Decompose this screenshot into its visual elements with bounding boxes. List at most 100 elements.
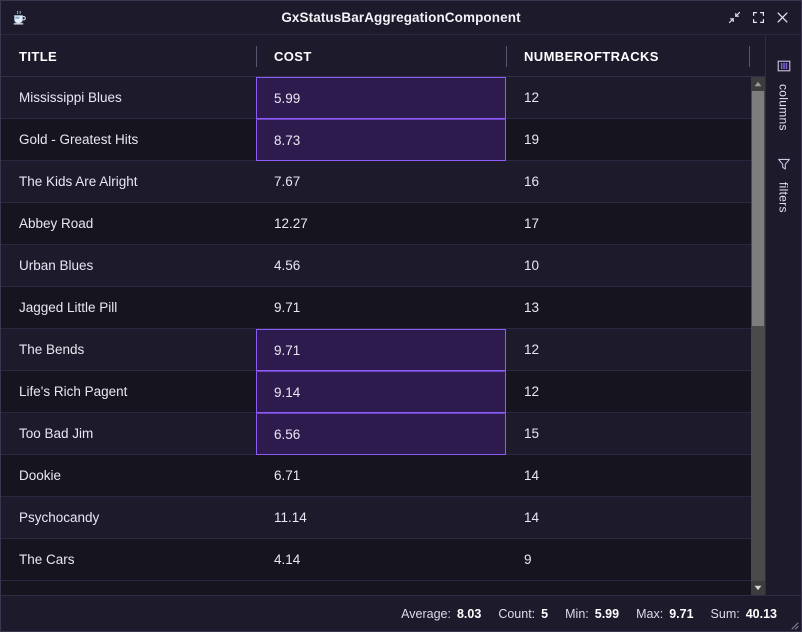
maximize-button[interactable] [746, 6, 770, 30]
cell-value: 4.14 [274, 552, 301, 567]
cell-title[interactable]: Abbey Road [1, 203, 256, 244]
table-row[interactable]: Mississippi Blues 5.99 12 [1, 77, 765, 119]
table-row[interactable]: Jagged Little Pill 9.71 13 [1, 287, 765, 329]
cell-title[interactable]: The Cars [1, 539, 256, 580]
cell-title[interactable]: Gold - Greatest Hits [1, 119, 256, 160]
cell-value: 9.71 [274, 342, 301, 358]
column-header-cost[interactable]: COST [256, 35, 506, 77]
cell-title[interactable]: Jagged Little Pill [1, 287, 256, 328]
cell-tracks[interactable]: 15 [506, 413, 749, 454]
aggregation-average: Average: 8.03 [401, 607, 481, 621]
table-row[interactable]: Life's Rich Pagent 9.14 12 [1, 371, 765, 413]
data-grid: TITLE COST NUMBEROFTRACKS Mississippi Blue… [1, 35, 765, 595]
columns-icon [777, 59, 791, 78]
column-resize-handle-1[interactable] [506, 46, 507, 67]
scrollbar-track[interactable] [751, 91, 765, 581]
cell-value: 17 [524, 216, 540, 231]
table-row[interactable]: The Bends 9.71 12 [1, 329, 765, 371]
cell-value: Dookie [19, 468, 62, 483]
aggregation-count: Count: 5 [498, 607, 548, 621]
cell-tracks[interactable]: 16 [506, 161, 749, 202]
cell-tracks[interactable]: 12 [506, 329, 749, 370]
aggregation-label: Max: [636, 606, 664, 621]
cell-title[interactable]: The Bends [1, 329, 256, 370]
aggregation-value: 5 [541, 606, 549, 621]
sidebar-tab-columns[interactable]: columns [777, 59, 791, 131]
cell-tracks[interactable]: 13 [506, 287, 749, 328]
cell-value: Gold - Greatest Hits [19, 132, 139, 147]
cell-cost[interactable]: 9.71 [256, 329, 506, 371]
scroll-up-button[interactable] [751, 77, 765, 91]
cell-title[interactable]: Too Bad Jim [1, 413, 256, 454]
cell-cost[interactable]: 9.71 [256, 287, 506, 328]
column-header-title[interactable]: TITLE [1, 35, 256, 77]
cell-value: 12 [524, 384, 540, 399]
aggregation-value: 40.13 [745, 606, 777, 621]
scrollbar-thumb[interactable] [752, 91, 764, 327]
table-row[interactable]: Abbey Road 12.27 17 [1, 203, 765, 245]
cell-value: Mississippi Blues [19, 90, 122, 105]
column-header-tracks[interactable]: NUMBEROFTRACKS [506, 35, 749, 77]
cell-cost[interactable]: 4.56 [256, 245, 506, 286]
table-row[interactable]: The Cars 4.14 9 [1, 539, 765, 581]
grid-viewport: Mississippi Blues 5.99 12 Gold - Greatest H… [1, 77, 765, 595]
cell-cost[interactable]: 6.71 [256, 455, 506, 496]
cell-tracks[interactable]: 17 [506, 203, 749, 244]
cell-value: The Kids Are Alright [19, 174, 138, 189]
cell-cost[interactable]: 7.67 [256, 161, 506, 202]
cell-cost[interactable]: 5.99 [256, 77, 506, 119]
cell-title[interactable]: The Kids Are Alright [1, 161, 256, 202]
cell-tracks[interactable]: 14 [506, 455, 749, 496]
cell-value: 8.73 [274, 132, 301, 148]
close-button[interactable] [770, 6, 794, 30]
cell-title[interactable]: Psychocandy [1, 497, 256, 538]
cell-title[interactable]: Dookie [1, 455, 256, 496]
scroll-down-button[interactable] [751, 581, 765, 595]
table-row[interactable]: Psychocandy 11.14 14 [1, 497, 765, 539]
cell-title[interactable]: Urban Blues [1, 245, 256, 286]
column-header-label: NUMBEROFTRACKS [524, 48, 659, 64]
column-resize-handle-2[interactable] [749, 46, 750, 67]
cell-tracks[interactable]: 14 [506, 497, 749, 538]
table-row[interactable]: The Kids Are Alright 7.67 16 [1, 161, 765, 203]
cell-value: The Cars [19, 552, 75, 567]
table-row[interactable]: Too Bad Jim 6.56 15 [1, 413, 765, 455]
cell-value: 12 [524, 342, 540, 357]
cell-cost[interactable]: 8.73 [256, 119, 506, 161]
cell-tracks[interactable]: 9 [506, 539, 749, 580]
resize-grip-icon[interactable] [786, 617, 799, 630]
cell-cost[interactable]: 12.27 [256, 203, 506, 244]
cell-tracks[interactable]: 19 [506, 119, 749, 160]
cell-value: 6.71 [274, 468, 301, 483]
cell-value: 9 [524, 552, 532, 567]
grid-header-row: TITLE COST NUMBEROFTRACKS [1, 35, 765, 77]
cell-title[interactable]: Mississippi Blues [1, 77, 256, 118]
cell-value: 9.14 [274, 384, 301, 400]
cell-value: Urban Blues [19, 258, 94, 273]
cell-title[interactable]: Life's Rich Pagent [1, 371, 256, 412]
aggregation-value: 5.99 [594, 606, 620, 621]
title-bar[interactable]: GxStatusBarAggregationComponent [1, 1, 801, 35]
cell-tracks[interactable]: 12 [506, 77, 749, 118]
table-row[interactable]: Gold - Greatest Hits 8.73 19 [1, 119, 765, 161]
cell-value: 12.27 [274, 216, 308, 231]
cell-value: Psychocandy [19, 510, 100, 525]
sidebar-tab-filters[interactable]: filters [777, 157, 791, 213]
aggregation-label: Average: [401, 606, 451, 621]
vertical-scrollbar[interactable] [751, 77, 765, 595]
cell-tracks[interactable]: 12 [506, 371, 749, 412]
column-resize-handle-0[interactable] [256, 46, 257, 67]
cell-value: 10 [524, 258, 540, 273]
table-row[interactable]: Urban Blues 4.56 10 [1, 245, 765, 287]
cell-cost[interactable]: 6.56 [256, 413, 506, 455]
cell-cost[interactable]: 9.14 [256, 371, 506, 413]
cell-cost[interactable]: 11.14 [256, 497, 506, 538]
status-bar: Average: 8.03 Count: 5 Min: 5.99 Max: 9.71 Sum: 4… [1, 595, 801, 631]
restore-down-button[interactable] [722, 6, 746, 30]
aggregation-sum: Sum: 40.13 [711, 607, 777, 621]
cell-value: 19 [524, 132, 540, 147]
window-title: GxStatusBarAggregationComponent [281, 10, 521, 25]
cell-cost[interactable]: 4.14 [256, 539, 506, 580]
table-row[interactable]: Dookie 6.71 14 [1, 455, 765, 497]
cell-tracks[interactable]: 10 [506, 245, 749, 286]
